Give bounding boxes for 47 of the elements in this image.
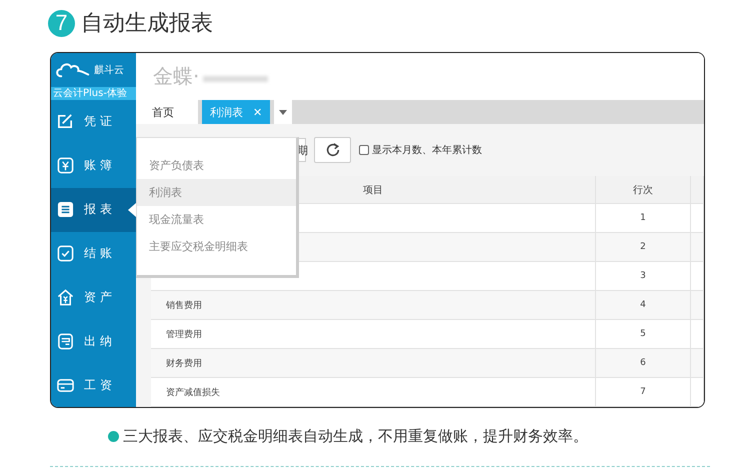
menu-item[interactable]: 主要应交税金明细表 xyxy=(137,233,296,260)
checkbox-label: 显示本月数、本年累计数 xyxy=(372,144,482,157)
menu-item[interactable]: 利润表 xyxy=(137,179,296,206)
table-cell: 2 xyxy=(640,242,646,252)
tab[interactable]: 首页 xyxy=(136,100,198,124)
table-cell: 5 xyxy=(640,329,646,339)
nav-item[interactable]: 凭 证 xyxy=(51,100,136,144)
blurred-text xyxy=(203,76,268,82)
tab-dropdown-button[interactable] xyxy=(274,100,292,124)
refresh-button[interactable] xyxy=(314,137,351,163)
nav-item[interactable]: 出 纳 xyxy=(51,319,136,364)
list-icon xyxy=(57,201,74,218)
nav-item[interactable]: 账 簿 xyxy=(51,144,136,188)
edit-icon xyxy=(57,113,74,130)
nav-item[interactable]: 结 账 xyxy=(51,232,136,276)
caret-icon xyxy=(279,110,288,114)
brand-name: 麒斗云 xyxy=(94,64,124,77)
step-number: 7 xyxy=(48,10,75,36)
caption-text: 三大报表、应交税金明细表自动生成，不用重复做账，提升财务效率。 xyxy=(123,427,588,446)
wallet-icon xyxy=(57,332,74,350)
table-cell: 1 xyxy=(640,213,646,223)
heading-title: 自动生成报表 xyxy=(81,10,213,38)
table-cell: 4 xyxy=(640,300,646,310)
refresh-icon xyxy=(324,142,340,158)
edition-label: 云会计Plus-体验 xyxy=(51,86,136,100)
tab[interactable]: 利润表 ✕ xyxy=(202,100,270,124)
menu-item[interactable]: 资产负债表 xyxy=(137,152,296,179)
menu-item[interactable]: 现金流量表 xyxy=(137,206,296,233)
table-cell-text: 财务费用 xyxy=(166,358,202,370)
table-cell-text: 销售费用 xyxy=(166,300,202,312)
table-cell: 6 xyxy=(640,358,646,368)
table-cell: 3 xyxy=(640,271,646,281)
nav-item[interactable]: 工 资 xyxy=(51,363,136,407)
table-cell: 7 xyxy=(640,387,646,397)
card-icon xyxy=(57,376,74,394)
checkbox[interactable] xyxy=(359,145,369,155)
house-icon xyxy=(57,288,74,306)
close-icon[interactable]: ✕ xyxy=(253,106,262,118)
table-cell-text: 资产减值损失 xyxy=(166,386,220,398)
company-name: 金蝶· xyxy=(153,63,200,90)
bullet-icon xyxy=(108,431,119,442)
nav-item[interactable]: 资 产 xyxy=(51,275,136,320)
nav-item[interactable]: 报 表 xyxy=(51,188,136,232)
table-cell-text: 管理费用 xyxy=(166,328,202,340)
column-header: 行次 xyxy=(596,176,691,203)
yen-icon xyxy=(57,157,74,174)
check-icon xyxy=(57,244,74,262)
